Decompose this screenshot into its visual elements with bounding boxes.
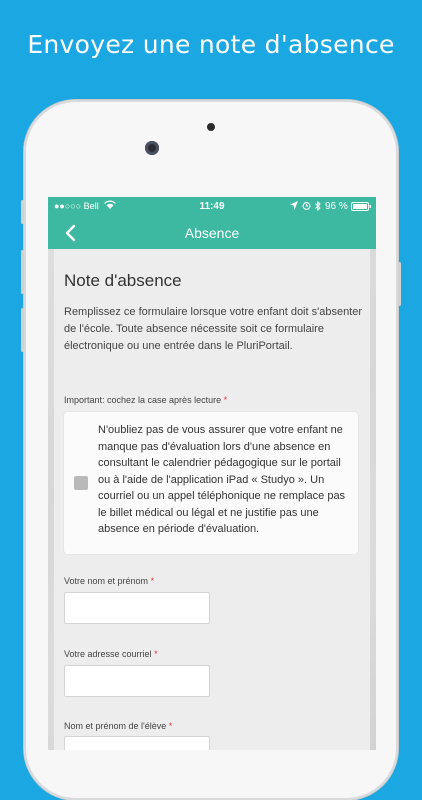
required-mark: *	[223, 395, 228, 405]
nav-title: Absence	[184, 225, 240, 241]
email-input[interactable]	[64, 665, 210, 697]
acknowledge-checkbox[interactable]	[74, 476, 88, 490]
front-camera	[145, 141, 159, 155]
alarm-icon	[302, 201, 311, 213]
side-button-volume-up	[21, 250, 24, 294]
required-mark: *	[168, 721, 173, 731]
phone-screen: ●●○○○ Bell 11:49 96 % Absence Note d'abs…	[48, 197, 376, 750]
required-mark: *	[150, 576, 155, 586]
headline: Envoyez une note d'absence	[27, 30, 395, 59]
bluetooth-icon	[315, 200, 321, 214]
email-label-text: Votre adresse courriel	[64, 649, 152, 659]
student-label-text: Nom et prénom de l'élève	[64, 721, 167, 731]
form-title: Note d'absence	[64, 271, 182, 290]
required-mark: *	[154, 649, 158, 659]
form-intro: Remplissez ce formulaire lorsque votre e…	[64, 306, 363, 352]
location-icon	[290, 201, 298, 213]
name-input[interactable]	[64, 592, 210, 624]
status-bar: ●●○○○ Bell 11:49 96 %	[48, 197, 376, 217]
name-label: Votre nom et prénom *	[64, 576, 154, 586]
battery-icon	[351, 202, 371, 214]
form-card: Note d'absence Remplissez ce formulaire …	[54, 249, 370, 750]
notice-box: N'oubliez pas de vous assurer que votre …	[64, 412, 358, 554]
notice-text: N'oubliez pas de vous assurer que votre …	[98, 424, 346, 535]
nav-bar: Absence	[48, 217, 376, 249]
form-background: Note d'absence Remplissez ce formulaire …	[48, 249, 376, 750]
important-label-text: Important: cochez la case après lecture	[64, 395, 222, 405]
email-label: Votre adresse courriel *	[64, 649, 158, 659]
student-label: Nom et prénom de l'élève *	[64, 721, 172, 731]
important-label: Important: cochez la case après lecture …	[64, 395, 227, 405]
battery-percent: 96 %	[325, 201, 348, 212]
side-button-volume-down	[21, 308, 24, 352]
proximity-sensor	[207, 123, 215, 131]
student-name-input[interactable]	[64, 736, 210, 750]
name-label-text: Votre nom et prénom	[64, 576, 149, 586]
power-button	[398, 262, 401, 306]
side-button-top	[21, 200, 24, 224]
